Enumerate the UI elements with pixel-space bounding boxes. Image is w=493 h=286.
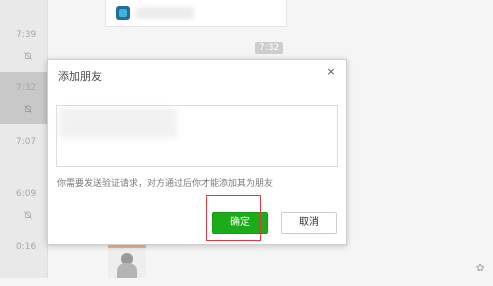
message-thumbnail [116, 6, 130, 20]
corner-watermark: ✿ [476, 263, 485, 274]
message-card[interactable] [105, 0, 287, 27]
session-time: 7:07 [16, 137, 37, 147]
session-item[interactable]: 0:16 [0, 234, 47, 286]
cancel-button[interactable]: 取消 [281, 212, 337, 234]
add-friend-dialog: 添加朋友 × 你需要发送验证请求，对方通过后你才能添加其为朋友 确定 取消 [47, 59, 347, 245]
close-icon[interactable]: × [324, 65, 338, 79]
bell-off-icon [24, 105, 32, 113]
session-time: 6:09 [16, 189, 37, 199]
session-item-selected[interactable]: 7:32 [0, 72, 47, 124]
redacted-text [59, 108, 177, 138]
session-item[interactable]: 7:07 [0, 128, 47, 180]
verification-message-input[interactable] [56, 105, 338, 167]
bell-off-icon [24, 52, 32, 60]
dialog-title: 添加朋友 [58, 70, 102, 83]
session-time: 7:39 [16, 30, 37, 40]
session-list: 7:39 7:32 7:07 6:09 0:16 [0, 0, 48, 278]
session-item[interactable]: 6:09 [0, 180, 47, 232]
bell-off-icon [24, 211, 32, 219]
verification-hint: 你需要发送验证请求，对方通过后你才能添加其为朋友 [57, 179, 274, 189]
redacted-text [136, 7, 194, 19]
message-time: 7:32 [255, 42, 284, 54]
confirm-button[interactable]: 确定 [212, 212, 268, 234]
session-item[interactable]: 7:39 [0, 26, 47, 78]
avatar[interactable] [108, 242, 146, 278]
session-time: 7:32 [16, 83, 37, 93]
session-time: 0:16 [16, 242, 37, 252]
